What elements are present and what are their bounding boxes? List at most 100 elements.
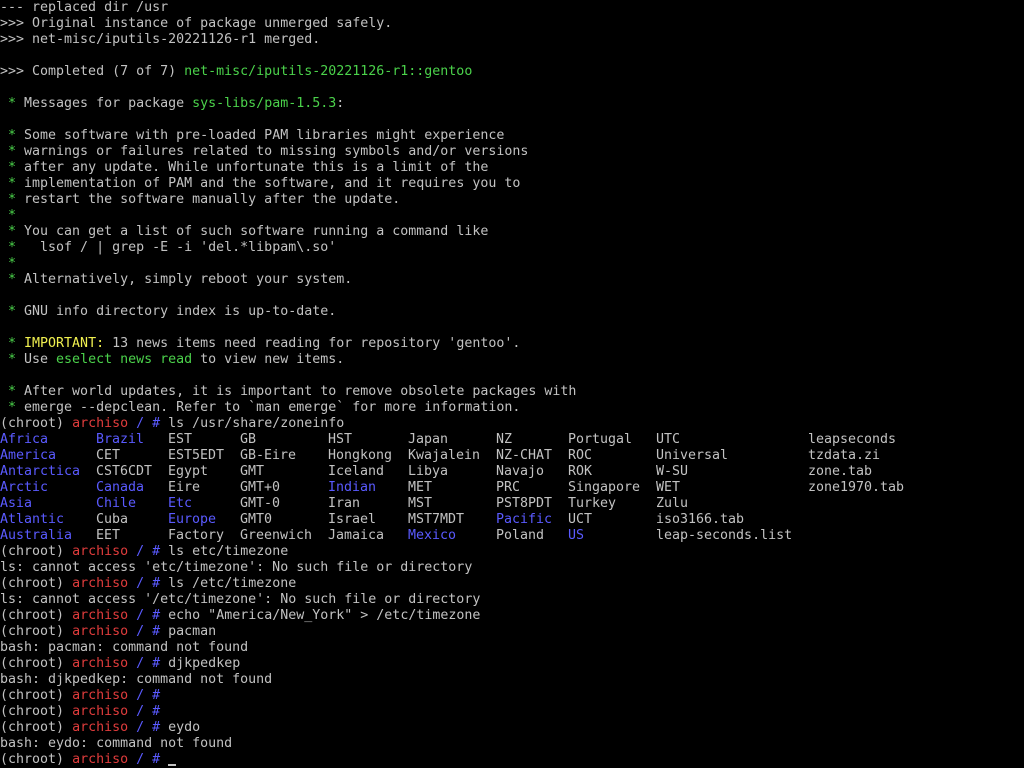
zoneinfo-directory: Asia <box>0 496 33 511</box>
output-line: >>> Original instance of package unmerge… <box>0 16 1024 32</box>
zoneinfo-file: tzdata.zi <box>808 448 881 463</box>
zoneinfo-file: Iceland <box>328 464 385 479</box>
zoneinfo-row: Antarctica CST6CDT Egypt GMT Iceland Libya Nav… <box>0 464 1024 480</box>
message-text: : <box>336 96 345 111</box>
output-text: >>> Completed (7 of 7) <box>0 64 185 79</box>
message-line: * <box>0 208 1024 224</box>
message-line: * <box>0 256 1024 272</box>
zoneinfo-file: Kwajalein <box>408 448 481 463</box>
message-text: emerge --depclean. Refer to `man emerge`… <box>16 400 521 415</box>
message-text: Use <box>16 352 57 367</box>
zoneinfo-file: GMT0 <box>240 512 273 527</box>
prompt-path: / <box>128 720 153 735</box>
prompt-path: / <box>128 544 153 559</box>
zoneinfo-file: PST8PDT <box>496 496 553 511</box>
star-icon: * <box>0 96 17 111</box>
message-line: * Some software with pre-loaded PAM libr… <box>0 128 1024 144</box>
zoneinfo-file: Greenwich <box>240 528 313 543</box>
package-name: net-misc/iputils-20221126-r1::gentoo <box>184 64 473 79</box>
error-text: bash: djkpedkep: command not found <box>0 672 273 687</box>
command-text: ls /usr/share/zoneinfo <box>168 416 345 431</box>
zoneinfo-row: Asia Chile Etc GMT-0 Iran MST PST8PDT Turkey Zul… <box>0 496 1024 512</box>
zoneinfo-directory: Pacific <box>496 512 553 527</box>
package-name: sys-libs/pam-1.5.3 <box>192 96 337 111</box>
active-prompt-line[interactable]: (chroot) archiso / # <box>0 752 1024 768</box>
zoneinfo-file: Zulu <box>656 496 689 511</box>
star-icon: * <box>0 352 17 367</box>
command-text: eydo <box>168 720 201 735</box>
star-icon: * <box>0 400 17 415</box>
error-text: bash: pacman: command not found <box>0 640 249 655</box>
prompt-line: (chroot) archiso / # <box>0 688 1024 704</box>
prompt-hash: # <box>152 720 169 735</box>
zoneinfo-file: Poland <box>496 528 545 543</box>
zoneinfo-file: Japan <box>408 432 449 447</box>
zoneinfo-file: CST6CDT <box>96 464 153 479</box>
zoneinfo-file: GMT+0 <box>240 480 281 495</box>
zoneinfo-row: Atlantic Cuba Europe GMT0 Israel MST7MDT Pacif… <box>0 512 1024 528</box>
prompt-line: (chroot) archiso / # <box>0 704 1024 720</box>
zoneinfo-file: Portugal <box>568 432 633 447</box>
prompt-path: / <box>128 656 153 671</box>
prompt-chroot: (chroot) <box>0 656 73 671</box>
zoneinfo-file: Israel <box>328 512 377 527</box>
message-text: after any update. While unfortunate this… <box>16 160 489 175</box>
zoneinfo-file: HST <box>328 432 353 447</box>
message-line: * IMPORTANT: 13 news items need reading … <box>0 336 1024 352</box>
zoneinfo-file: GB-Eire <box>240 448 297 463</box>
prompt-host: archiso <box>72 656 129 671</box>
zoneinfo-directory: Atlantic <box>0 512 65 527</box>
zoneinfo-directory: America <box>0 448 57 463</box>
star-icon: * <box>0 208 17 223</box>
zoneinfo-file: MST <box>408 496 433 511</box>
zoneinfo-file: Jamaica <box>328 528 385 543</box>
message-line: * after any update. While unfortunate th… <box>0 160 1024 176</box>
zoneinfo-file: Universal <box>656 448 729 463</box>
message-text: After world updates, it is important to … <box>16 384 577 399</box>
prompt-hash: # <box>152 752 169 767</box>
prompt-hash: # <box>152 416 169 431</box>
zoneinfo-directory: Etc <box>168 496 193 511</box>
prompt-line: (chroot) archiso / # ls etc/timezone <box>0 544 1024 560</box>
error-line: ls: cannot access 'etc/timezone': No suc… <box>0 560 1024 576</box>
zoneinfo-listing: Africa Brazil EST GB HST Japan NZ Portugal UTC le… <box>0 432 1024 544</box>
star-icon: * <box>0 176 17 191</box>
zoneinfo-row: America CET EST5EDT GB-Eire Hongkong Kwajalei… <box>0 448 1024 464</box>
prompt-host: archiso <box>72 720 129 735</box>
prompt-path: / <box>128 688 153 703</box>
prompt-host: archiso <box>72 608 129 623</box>
star-icon: * <box>0 144 17 159</box>
message-text: restart the software manually after the … <box>16 192 401 207</box>
message-line: * restart the software manually after th… <box>0 192 1024 208</box>
error-text: ls: cannot access '/etc/timezone': No su… <box>0 592 481 607</box>
output-line: --- replaced dir /usr <box>0 0 1024 16</box>
message-text: to view new items. <box>192 352 345 367</box>
zoneinfo-directory: Indian <box>328 480 377 495</box>
zoneinfo-directory: Europe <box>168 512 217 527</box>
prompt-chroot: (chroot) <box>0 704 73 719</box>
important-label: IMPORTANT: <box>16 336 105 351</box>
prompt-path: / <box>128 624 153 639</box>
zoneinfo-row: Africa Brazil EST GB HST Japan NZ Portugal UTC le… <box>0 432 1024 448</box>
zoneinfo-file: PRC <box>496 480 521 495</box>
prompt-host: archiso <box>72 704 129 719</box>
zoneinfo-file: Turkey <box>568 496 617 511</box>
star-icon: * <box>0 272 17 287</box>
zoneinfo-file: leap-seconds.list <box>656 528 793 543</box>
prompt-line: (chroot) archiso / # ls /usr/share/zonei… <box>0 416 1024 432</box>
terminal-window[interactable]: --- replaced dir /usr >>> Original insta… <box>0 0 1024 768</box>
zoneinfo-row: Australia EET Factory Greenwich Jamaica Mexic… <box>0 528 1024 544</box>
zoneinfo-file: zone1970.tab <box>808 480 905 495</box>
command-text: ls /etc/timezone <box>168 576 297 591</box>
zoneinfo-file: GB <box>240 432 257 447</box>
zoneinfo-file: NZ-CHAT <box>496 448 553 463</box>
message-line: * GNU info directory index is up-to-date… <box>0 304 1024 320</box>
output-text: >>> net-misc/iputils-20221126-r1 merged. <box>0 32 321 47</box>
star-icon: * <box>0 256 17 271</box>
prompt-host: archiso <box>72 688 129 703</box>
prompt-hash: # <box>152 688 169 703</box>
text-cursor[interactable] <box>168 764 177 766</box>
